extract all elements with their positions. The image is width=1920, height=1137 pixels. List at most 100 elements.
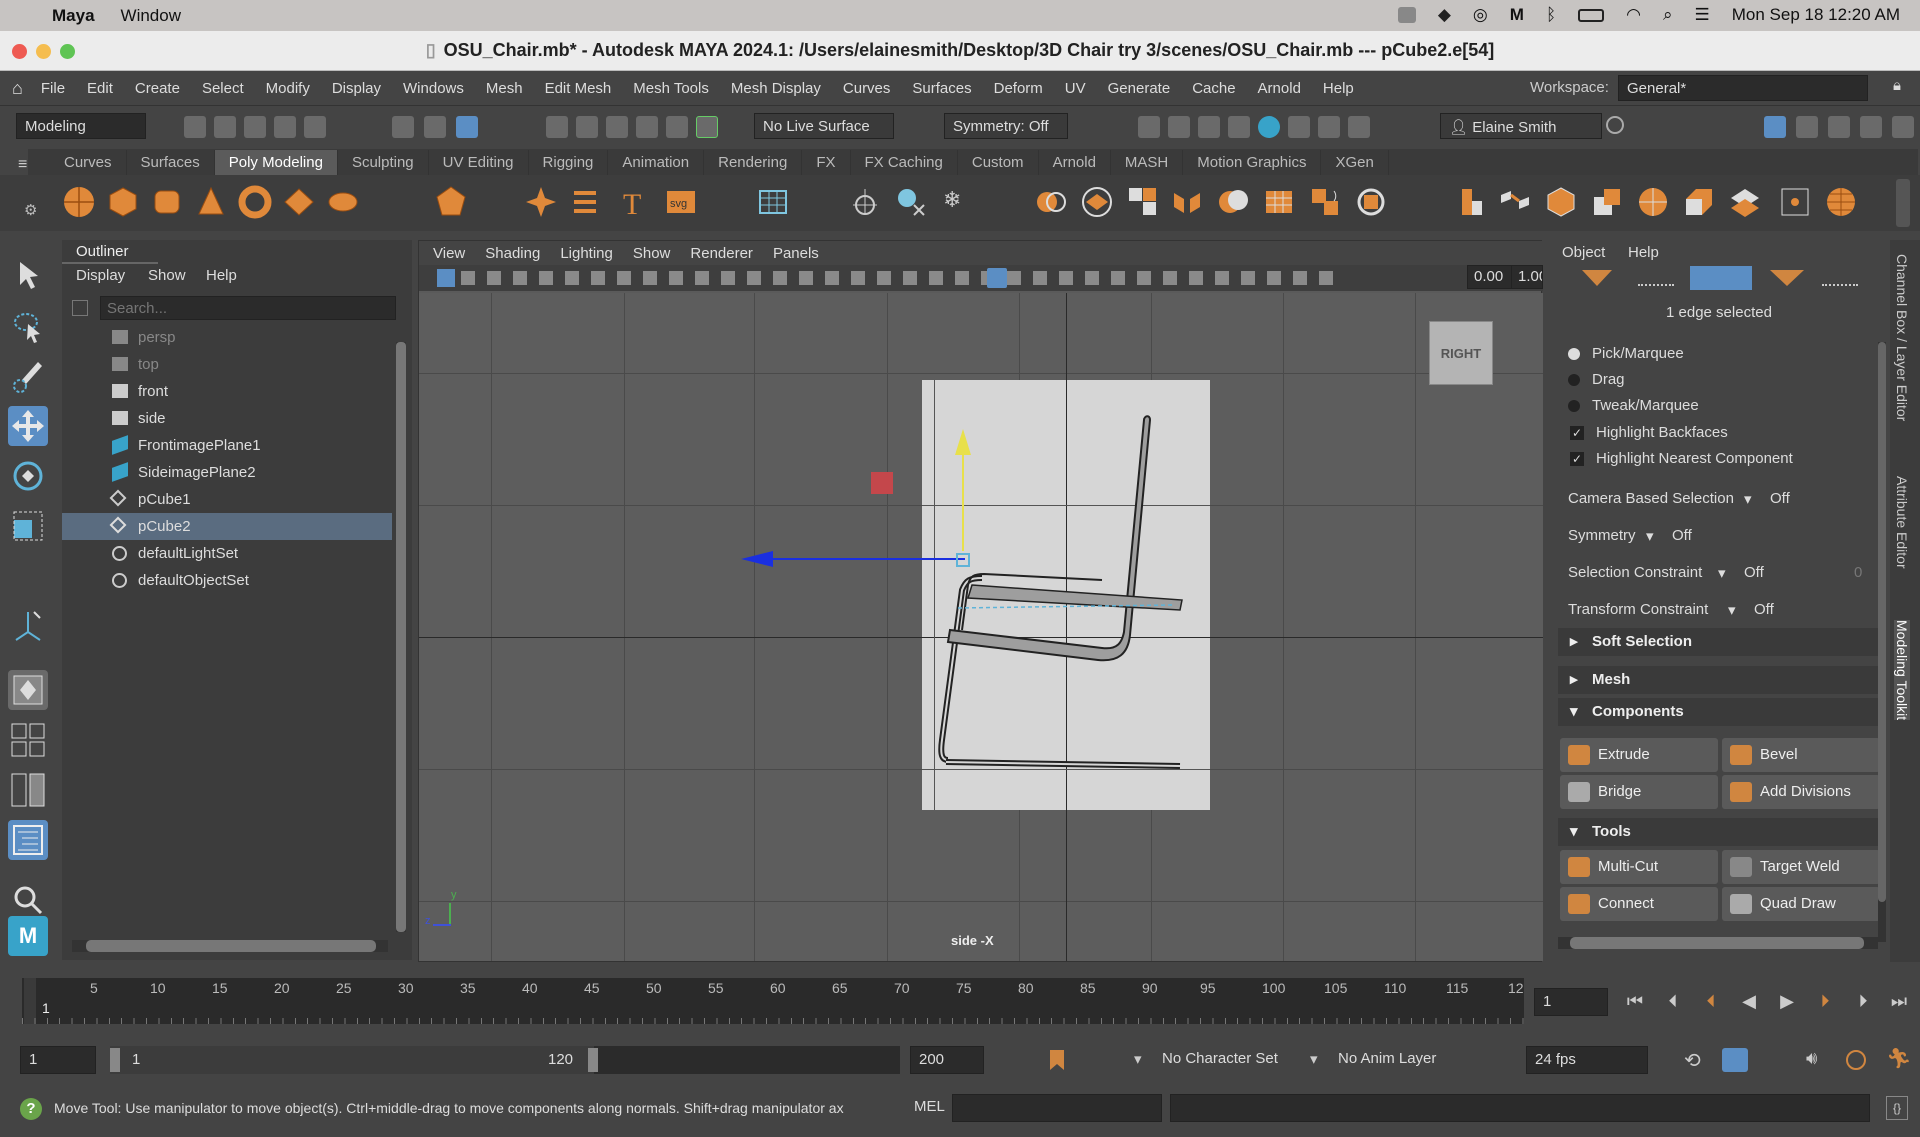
menu-uv[interactable]: UV — [1065, 80, 1086, 97]
shelf-tab-mash[interactable]: MASH — [1111, 149, 1184, 175]
shelf-tab-poly-modeling[interactable]: Poly Modeling — [214, 149, 338, 175]
highlight-nearest-checkbox[interactable]: ✓ — [1570, 452, 1584, 466]
range-end-handle[interactable] — [588, 1048, 598, 1072]
menu-file[interactable]: File — [41, 80, 65, 97]
symmetry-value[interactable]: Off — [1672, 527, 1692, 544]
toolkit-menu-object[interactable]: Object — [1562, 244, 1605, 261]
menu-select[interactable]: Select — [202, 80, 244, 97]
shelf-tab-curves[interactable]: Curves — [28, 149, 127, 175]
scale-tool-icon[interactable] — [8, 506, 48, 546]
step-back-key-icon[interactable]: ⏴ — [1700, 990, 1722, 1012]
user-account-dropdown[interactable]: 👤︎ Elaine Smith — [1440, 113, 1602, 139]
menu-deform[interactable]: Deform — [994, 80, 1043, 97]
render-view-icon[interactable] — [1138, 116, 1160, 138]
shelf-tab-uv-editing[interactable]: UV Editing — [429, 149, 529, 175]
viewport-menu-show[interactable]: Show — [633, 245, 671, 262]
center-pivot-icon[interactable] — [848, 185, 882, 219]
anim-layer-label[interactable]: No Anim Layer — [1338, 1050, 1436, 1067]
menu-arnold[interactable]: Arnold — [1258, 80, 1301, 97]
creative-cloud-icon[interactable]: ◎ — [1473, 5, 1488, 25]
modeling-grid-icon[interactable] — [756, 185, 790, 219]
mesh-section[interactable]: Mesh ▸ — [1558, 666, 1878, 694]
menu-modify[interactable]: Modify — [266, 80, 310, 97]
save-scene-icon[interactable] — [244, 116, 266, 138]
move-manipulator-x-handle[interactable] — [871, 472, 893, 494]
shelf-tab-sculpting[interactable]: Sculpting — [338, 149, 429, 175]
shelf-tab-fx[interactable]: FX — [802, 149, 851, 175]
face-mode-icon[interactable] — [1770, 270, 1804, 286]
retopologize-icon[interactable] — [1308, 185, 1342, 219]
four-pane-layout-icon[interactable] — [8, 720, 48, 760]
pick-radio[interactable] — [1568, 348, 1580, 360]
shelf-scroll[interactable] — [1896, 179, 1910, 227]
object-mode-icon[interactable] — [1582, 270, 1612, 286]
menu-generate[interactable]: Generate — [1108, 80, 1171, 97]
shelf-tab-fx-caching[interactable]: FX Caching — [851, 149, 958, 175]
bluetooth-icon[interactable]: ᛒ — [1546, 5, 1556, 25]
anim-prefs-icon[interactable] — [1846, 1050, 1866, 1070]
anim-layer-dropdown[interactable]: ▾ — [1310, 1050, 1318, 1068]
rotate-tool-icon[interactable] — [8, 456, 48, 496]
multi-cut-button[interactable]: Multi-Cut — [1560, 850, 1718, 884]
uv-mode-icon[interactable] — [1822, 270, 1858, 286]
move-manipulator-y-arrow[interactable] — [954, 429, 972, 455]
highlight-backfaces-checkbox[interactable]: ✓ — [1570, 426, 1584, 440]
menu-display[interactable]: Display — [332, 80, 381, 97]
menu-curves[interactable]: Curves — [843, 80, 891, 97]
render-frame-icon[interactable] — [1168, 116, 1190, 138]
menu-edit[interactable]: Edit — [87, 80, 113, 97]
camera-attributes-icon[interactable] — [437, 269, 455, 287]
redo-icon[interactable] — [304, 116, 326, 138]
go-to-end-icon[interactable]: ⏭ — [1888, 990, 1910, 1012]
open-scene-icon[interactable] — [214, 116, 236, 138]
menu-create[interactable]: Create — [135, 80, 180, 97]
mirror-icon[interactable] — [1170, 185, 1204, 219]
spotlight-search-icon[interactable]: ⌕ — [1663, 5, 1673, 25]
connect-button[interactable]: Connect — [1560, 887, 1718, 921]
outliner-filter-icon[interactable] — [72, 300, 88, 316]
snap-grid-icon[interactable] — [546, 116, 568, 138]
battery-icon[interactable] — [1578, 8, 1605, 22]
shelf-tab-rendering[interactable]: Rendering — [704, 149, 803, 175]
outliner-item-defaultlightset[interactable]: defaultLightSet — [62, 540, 392, 567]
target-weld-button[interactable]: Target Weld — [1722, 850, 1880, 884]
side-tab-attribute-editor[interactable]: Attribute Editor — [1894, 476, 1910, 569]
workspace-dropdown[interactable]: General* — [1618, 75, 1868, 101]
menu-mesh-display[interactable]: Mesh Display — [731, 80, 821, 97]
poly-cube-icon[interactable] — [106, 185, 140, 219]
shelf-tab-xgen[interactable]: XGen — [1321, 149, 1389, 175]
selection-constraint-dropdown[interactable]: ▾ — [1718, 564, 1726, 582]
outliner-item-pcube2[interactable]: pCube2 — [62, 513, 392, 540]
outliner-horizontal-scrollbar[interactable] — [72, 940, 388, 952]
smooth-icon[interactable] — [1126, 185, 1160, 219]
tool-settings-icon[interactable] — [1860, 116, 1882, 138]
play-backwards-icon[interactable]: ◀ — [1738, 990, 1760, 1012]
outliner-item-side[interactable]: side — [62, 405, 392, 432]
move-tool-icon[interactable] — [8, 406, 48, 446]
menu-windows[interactable]: Windows — [403, 80, 464, 97]
move-manipulator-y-axis[interactable] — [962, 441, 964, 551]
control-center-icon[interactable]: ☰ — [1695, 5, 1710, 25]
viewport-menu-view[interactable]: View — [433, 245, 465, 262]
new-scene-icon[interactable] — [184, 116, 206, 138]
outliner-menu-help[interactable]: Help — [206, 267, 237, 284]
quad-draw-button[interactable]: Quad Draw — [1722, 887, 1880, 921]
show-manipulator-icon[interactable] — [8, 606, 48, 646]
outliner-item-sideimageplane2[interactable]: SideimagePlane2 — [62, 459, 392, 486]
pause-viewport-icon[interactable] — [1348, 116, 1370, 138]
camera-based-selection-value[interactable]: Off — [1770, 490, 1790, 507]
soft-selection-section[interactable]: Soft Selection ▸ — [1558, 628, 1878, 656]
tools-section[interactable]: Tools ▾ — [1558, 818, 1878, 846]
side-tab-channel-box[interactable]: Channel Box / Layer Editor — [1894, 254, 1910, 421]
step-back-frame-icon[interactable]: ⏴ — [1662, 990, 1684, 1012]
tweak-radio[interactable] — [1568, 400, 1580, 412]
bridge-shelf-icon[interactable] — [1498, 185, 1532, 219]
select-hierarchy-icon[interactable] — [392, 116, 414, 138]
extrude-button[interactable]: Extrude — [1560, 738, 1718, 772]
platonic-solid-icon[interactable] — [434, 185, 468, 219]
home-icon[interactable]: ⌂ — [12, 78, 23, 99]
bridge-button[interactable]: Bridge — [1560, 775, 1718, 809]
move-manipulator-z-arrow[interactable] — [741, 550, 773, 568]
snap-point-icon[interactable] — [606, 116, 628, 138]
combine-icon[interactable] — [1034, 185, 1068, 219]
